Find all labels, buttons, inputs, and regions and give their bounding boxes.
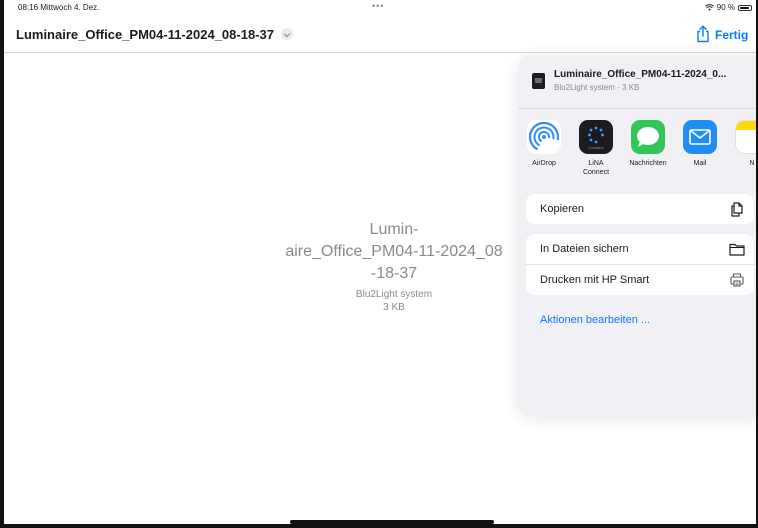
action-label: Kopieren <box>540 203 585 215</box>
lina-connect-icon-text: Connect <box>588 145 604 150</box>
share-app-notes[interactable]: N <box>727 120 756 168</box>
messages-icon <box>631 120 665 154</box>
airdrop-icon <box>527 120 561 154</box>
share-app-airdrop[interactable]: AirDrop <box>519 120 569 168</box>
share-app-label: N <box>749 160 755 167</box>
copy-icon <box>731 202 743 217</box>
multitasking-dots[interactable]: ••• <box>372 1 384 11</box>
share-app-messages[interactable]: Nachrichten <box>623 120 673 168</box>
notes-icon <box>735 120 756 154</box>
document-title[interactable]: Luminaire_Office_PM04-11-2024_08-18-37 <box>16 27 274 42</box>
edit-actions-link[interactable]: Aktionen bearbeiten ... <box>540 314 650 326</box>
mail-icon <box>683 120 717 154</box>
printer-icon <box>730 273 744 287</box>
lina-connect-icon: Connect <box>579 120 613 154</box>
share-app-label: LiNA Connect <box>571 159 621 177</box>
file-preview: Lumin- aire_Office_PM04-11-2024_08 -18-3… <box>254 219 534 314</box>
done-button[interactable]: Fertig <box>715 28 748 42</box>
file-icon <box>532 73 545 89</box>
app-window: 08:16 Mittwoch 4. Dez. ••• 90 % Luminair… <box>0 0 758 528</box>
share-app-mail[interactable]: Mail <box>675 120 725 168</box>
share-file-info: Blu2Light system · 3 KB <box>554 83 640 92</box>
share-sheet-header: Luminaire_Office_PM04-11-2024_0... Blu2L… <box>518 56 756 109</box>
share-app-label: Mail <box>693 160 707 167</box>
share-sheet: Luminaire_Office_PM04-11-2024_0... Blu2L… <box>518 56 756 416</box>
action-print-hp-smart[interactable]: Drucken mit HP Smart <box>526 265 754 295</box>
status-time: 08:16 Mittwoch 4. Dez. <box>18 3 100 12</box>
share-app-label: AirDrop <box>532 160 556 167</box>
action-label: Drucken mit HP Smart <box>540 274 650 286</box>
preview-name-line-3: -18-37 <box>370 265 418 282</box>
action-label: In Dateien sichern <box>540 243 629 255</box>
share-icon[interactable] <box>695 25 711 43</box>
action-copy[interactable]: Kopieren <box>526 194 754 224</box>
preview-file-name: Lumin- aire_Office_PM04-11-2024_08 -18-3… <box>254 219 534 285</box>
preview-app-name: Blu2Light system <box>355 289 433 300</box>
action-save-to-files[interactable]: In Dateien sichern <box>526 234 754 265</box>
share-app-label: Nachrichten <box>629 160 667 167</box>
wifi-icon <box>704 4 714 11</box>
battery-percent: 90 % <box>716 3 735 12</box>
share-file-name: Luminaire_Office_PM04-11-2024_0... <box>554 69 727 80</box>
preview-file-size: 3 KB <box>383 302 405 313</box>
preview-name-line-2: aire_Office_PM04-11-2024_08 <box>285 243 503 260</box>
share-app-label-line: Connect <box>582 169 610 176</box>
share-app-row: AirDrop Connect LiNA Connect Nachrichten… <box>518 120 756 180</box>
navigation-bar: Luminaire_Office_PM04-11-2024_08-18-37 F… <box>4 18 756 53</box>
share-app-label-line: LiNA <box>588 160 604 167</box>
share-app-lina-connect[interactable]: Connect LiNA Connect <box>571 120 621 177</box>
home-indicator[interactable] <box>290 520 494 524</box>
battery-icon <box>738 4 752 11</box>
preview-name-line-1: Lumin- <box>369 221 419 238</box>
status-bar: 08:16 Mittwoch 4. Dez. ••• 90 % <box>4 0 756 16</box>
folder-icon <box>729 243 745 256</box>
chevron-down-icon[interactable] <box>281 28 293 40</box>
status-indicators: 90 % <box>704 3 752 12</box>
